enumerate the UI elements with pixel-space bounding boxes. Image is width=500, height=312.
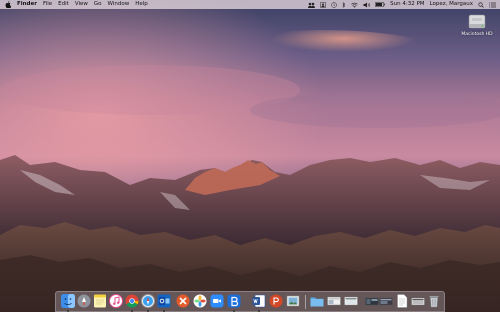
volume-icon[interactable]: [363, 2, 371, 8]
menu-go[interactable]: Go: [94, 0, 102, 9]
dock-item-powerpoint[interactable]: [269, 294, 283, 309]
menu-app-finder[interactable]: Finder: [17, 0, 37, 9]
trash-icon: [429, 296, 439, 308]
wifi-icon[interactable]: [351, 2, 358, 8]
dock-item-chrome[interactable]: [125, 294, 139, 312]
screenshot-thumbnail-icon: [344, 296, 358, 306]
dock-item-word[interactable]: [252, 294, 266, 312]
menu-view[interactable]: View: [75, 0, 88, 9]
dock-item-safari[interactable]: [141, 294, 155, 312]
dock-item-recent-file[interactable]: [344, 294, 358, 309]
spotlight-search-icon[interactable]: [478, 1, 484, 8]
dock-item-document[interactable]: [395, 294, 409, 309]
dock-item-trash[interactable]: [427, 294, 441, 309]
fast-user-switch[interactable]: Lopez, Margaux: [430, 0, 473, 9]
menu-edit[interactable]: Edit: [58, 0, 69, 9]
dock-item-itunes[interactable]: [109, 294, 123, 309]
dock-item-xmind[interactable]: [176, 294, 190, 309]
apple-menu-icon[interactable]: [4, 1, 12, 8]
dock-item-downloads-stack[interactable]: [310, 294, 324, 309]
dock-item-zoom[interactable]: [210, 294, 224, 309]
menu-help[interactable]: Help: [135, 0, 148, 9]
window-thumbnail-icon: [365, 297, 379, 306]
desktop-wallpaper: [0, 0, 500, 312]
notification-center-icon[interactable]: [489, 2, 496, 8]
dock-item-launchpad[interactable]: [77, 294, 91, 309]
outlook-icon: [157, 294, 171, 308]
powerpoint-icon: [269, 294, 283, 308]
preview-icon: [286, 295, 300, 307]
photos-icon: [193, 294, 207, 308]
notes-icon: [94, 294, 106, 308]
bluetooth-icon[interactable]: [342, 1, 346, 8]
dock-item-notes[interactable]: [93, 294, 107, 309]
dock-separator: [305, 295, 306, 309]
menu-bar: Finder File Edit View Go Window Help Sun…: [0, 0, 500, 9]
team-icon[interactable]: [308, 2, 316, 8]
dock: [55, 291, 445, 312]
itunes-icon: [109, 294, 123, 308]
time-machine-icon[interactable]: [331, 1, 337, 8]
window-thumbnail-icon: [411, 297, 425, 306]
window-thumbnail-icon: [379, 297, 393, 306]
dock-item-minimized-window[interactable]: [411, 294, 425, 309]
chrome-icon: [125, 294, 139, 308]
dock-item-minimized-window[interactable]: [379, 294, 393, 309]
dock-item-preview[interactable]: [286, 294, 300, 309]
dock-item-bluejeans[interactable]: [227, 294, 241, 312]
menu-file[interactable]: File: [43, 0, 52, 9]
launchpad-icon: [77, 294, 91, 308]
folder-icon: [310, 297, 324, 307]
bluejeans-icon: [227, 294, 241, 308]
menu-bar-clock[interactable]: Sun 4:32 PM: [390, 0, 424, 9]
menu-bar-extras: Sun 4:32 PM Lopez, Margaux: [303, 0, 496, 9]
zoom-icon: [210, 294, 224, 308]
menu-window[interactable]: Window: [108, 0, 130, 9]
desktop-drive-macintosh-hd[interactable]: Macintosh HD: [458, 11, 496, 37]
safari-icon: [141, 294, 155, 308]
dock-item-recent-file[interactable]: [327, 294, 341, 309]
xmind-icon: [176, 294, 190, 308]
finder-icon: [61, 294, 75, 308]
hard-drive-icon: [468, 14, 486, 29]
screenshot-thumbnail-icon: [327, 296, 341, 306]
dock-item-photos[interactable]: [193, 294, 207, 309]
dock-item-finder[interactable]: [61, 294, 75, 312]
document-icon: [397, 294, 408, 308]
dock-item-outlook[interactable]: [157, 294, 171, 312]
dock-item-minimized-window[interactable]: [365, 294, 379, 309]
word-icon: [252, 294, 266, 308]
battery-icon[interactable]: [375, 2, 385, 7]
drive-label: Macintosh HD: [461, 32, 493, 37]
contacts-icon[interactable]: [320, 1, 327, 8]
